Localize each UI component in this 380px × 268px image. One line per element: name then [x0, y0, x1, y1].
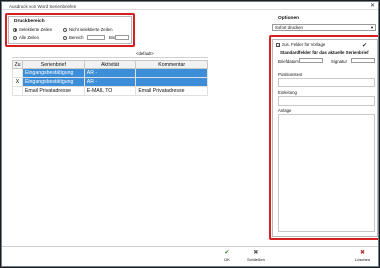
cell-zu[interactable]: X — [12, 77, 23, 87]
check-icon: ✔ — [224, 250, 230, 256]
cell-aktivitaet[interactable]: E-MAIL TO — [83, 86, 137, 96]
optionen-highlight — [269, 35, 378, 240]
window-close-icon[interactable]: ✕ — [370, 2, 375, 10]
toolbar-separator — [12, 57, 208, 58]
schliessen-label: Schließen — [247, 257, 265, 262]
optionen-title: Optionen — [278, 16, 300, 21]
table-row[interactable]: Eingangsbestätigung AR - — [12, 68, 208, 78]
cell-serienbrief[interactable]: Eingangsbestätigung — [21, 77, 85, 87]
druckmodus-dropdown[interactable]: Sofort drucken ▾ — [272, 24, 376, 31]
cell-aktivitaet[interactable]: AR - — [83, 77, 137, 87]
column-header-serienbrief[interactable]: Serienbrief — [21, 60, 85, 69]
cell-kommentar[interactable]: Email Privatadresse — [135, 86, 208, 96]
cell-kommentar[interactable] — [135, 77, 208, 87]
title-bar: Ausdruck von Word Serienbriefen ✕ — [2, 2, 378, 10]
chevron-down-icon: ▾ — [370, 25, 373, 30]
cell-kommentar[interactable] — [135, 68, 208, 78]
serienbrief-table: Zu Serienbrief Aktivität Kommentar Einga… — [12, 60, 208, 96]
ok-button[interactable]: ✔ OK — [224, 250, 230, 262]
dialog-window: Ausdruck von Word Serienbriefen ✕ Druckb… — [1, 1, 379, 267]
druckbereich-highlight — [5, 13, 135, 47]
window-title: Ausdruck von Word Serienbriefen — [9, 3, 77, 9]
column-header-zu[interactable]: Zu — [12, 60, 23, 69]
ok-label: OK — [224, 257, 230, 262]
loeschen-button[interactable]: ✖ Löschen — [355, 250, 370, 262]
schliessen-button[interactable]: ✖ Schließen — [247, 250, 265, 262]
cell-serienbrief[interactable]: Eingangsbestätigung — [21, 68, 85, 78]
default-label: <default> — [136, 51, 154, 56]
close-icon: ✖ — [253, 250, 259, 256]
druckmodus-value: Sofort drucken — [275, 25, 303, 30]
cell-aktivitaet[interactable]: AR - — [83, 68, 137, 78]
column-header-aktivitaet[interactable]: Aktivität — [83, 60, 137, 69]
column-header-kommentar[interactable]: Kommentar — [135, 60, 208, 69]
table-row[interactable]: X Eingangsbestätigung AR - — [12, 77, 208, 87]
cell-zu[interactable] — [12, 86, 23, 96]
loeschen-label: Löschen — [355, 257, 371, 262]
delete-icon: ✖ — [360, 250, 366, 256]
cell-serienbrief[interactable]: Email Privatadresse — [21, 86, 85, 96]
footer-separator — [2, 246, 378, 247]
cell-zu[interactable] — [12, 68, 23, 78]
table-row[interactable]: Email Privatadresse E-MAIL TO Email Priv… — [12, 86, 208, 96]
